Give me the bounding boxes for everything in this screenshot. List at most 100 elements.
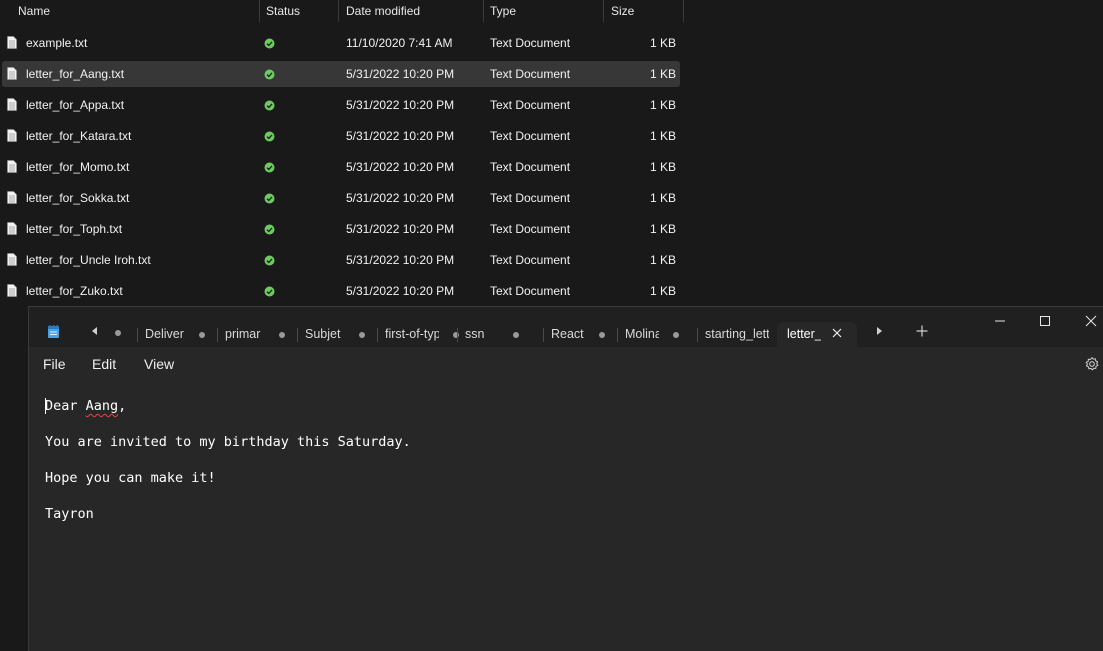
file-name[interactable]: letter_for_Toph.txt (26, 216, 122, 242)
new-tab-plus-icon[interactable] (915, 324, 929, 338)
file-type: Text Document (490, 129, 571, 143)
column-size-header[interactable]: Size (611, 0, 634, 22)
text-file-icon (7, 253, 17, 266)
close-tab-icon[interactable] (830, 326, 844, 340)
file-date-modified: 5/31/2022 10:20 PM (346, 284, 455, 298)
file-type: Text Document (490, 191, 571, 205)
file-type: Text Document (490, 253, 571, 267)
file-date-modified: 5/31/2022 10:20 PM (346, 67, 455, 81)
unsaved-dot-icon (513, 332, 519, 338)
file-row[interactable]: letter_for_Uncle Iroh.txt 5/31/2022 10:20… (2, 247, 680, 273)
file-name[interactable]: letter_for_Zuko.txt (26, 278, 123, 304)
unsaved-dot-icon (115, 330, 121, 336)
tab[interactable]: Subjet (305, 322, 385, 347)
close-window-icon[interactable] (1083, 313, 1099, 329)
menu-view[interactable]: View (144, 347, 174, 381)
tab-separator (377, 328, 378, 342)
file-type: Text Document (490, 36, 571, 50)
misspelled-word[interactable]: Aang (86, 398, 119, 414)
file-name[interactable]: letter_for_Katara.txt (26, 123, 131, 149)
tab[interactable]: ssn (465, 322, 539, 347)
tab-label: Molina (625, 327, 659, 341)
file-size: 1 KB (649, 284, 676, 298)
column-name-header[interactable]: Name (18, 0, 50, 22)
column-divider[interactable] (603, 0, 604, 22)
text-file-icon (7, 284, 17, 297)
tab-label: Subjet (305, 327, 341, 341)
file-name[interactable]: example.txt (26, 30, 87, 56)
tab[interactable]: primar (225, 322, 305, 347)
synced-check-icon (264, 69, 275, 80)
file-size: 1 KB (649, 36, 676, 50)
file-row[interactable]: letter_for_Zuko.txt 5/31/2022 10:20 PM Tex… (2, 278, 680, 304)
title-bar[interactable]: Deliver primar Subjet first-of-type ssn React… (29, 307, 1103, 347)
file-row[interactable]: letter_for_Toph.txt 5/31/2022 10:20 PM Tex… (2, 216, 680, 242)
file-type: Text Document (490, 98, 571, 112)
column-date-header[interactable]: Date modified (346, 0, 420, 22)
text-file-icon (7, 36, 17, 49)
file-type: Text Document (490, 222, 571, 236)
synced-check-icon (264, 131, 275, 142)
column-divider[interactable] (338, 0, 339, 22)
tab-separator (617, 328, 618, 342)
editor-line-4: Tayron (45, 506, 94, 522)
column-divider[interactable] (259, 0, 260, 22)
file-date-modified: 5/31/2022 10:20 PM (346, 160, 455, 174)
tab-separator (457, 328, 458, 342)
file-type: Text Document (490, 284, 571, 298)
file-row[interactable]: letter_for_Katara.txt 5/31/2022 10:20 PM T… (2, 123, 680, 149)
file-date-modified: 5/31/2022 10:20 PM (346, 253, 455, 267)
text-file-icon (7, 160, 17, 173)
text-file-icon (7, 98, 17, 111)
settings-gear-icon[interactable] (1084, 356, 1100, 372)
file-row[interactable]: letter_for_Momo.txt 5/31/2022 10:20 PM Tex… (2, 154, 680, 180)
file-row[interactable]: letter_for_Sokka.txt 5/31/2022 10:20 PM Te… (2, 185, 680, 211)
column-status-header[interactable]: Status (266, 0, 300, 22)
file-size: 1 KB (649, 222, 676, 236)
maximize-icon[interactable] (1037, 313, 1053, 329)
tab-label: ssn (465, 327, 485, 341)
minimize-icon[interactable] (992, 313, 1008, 329)
file-row[interactable]: example.txt 11/10/2020 7:41 AM Text Docume… (2, 30, 680, 56)
column-type-header[interactable]: Type (490, 0, 516, 22)
file-size: 1 KB (649, 160, 676, 174)
column-divider[interactable] (483, 0, 484, 22)
tab-separator (297, 328, 298, 342)
greeting-word: Dear (45, 398, 78, 414)
file-row[interactable]: letter_for_Appa.txt 5/31/2022 10:20 PM Tex… (2, 92, 680, 118)
file-name[interactable]: letter_for_Sokka.txt (26, 185, 129, 211)
file-date-modified: 5/31/2022 10:20 PM (346, 191, 455, 205)
tab-active[interactable]: letter_ (777, 322, 857, 347)
file-date-modified: 5/31/2022 10:20 PM (346, 98, 455, 112)
file-size: 1 KB (649, 253, 676, 267)
unsaved-dot-icon (279, 332, 285, 338)
tab-label: Deliver (145, 327, 184, 341)
editor-line-1: Dear Aang, (45, 398, 126, 414)
tab-separator (217, 328, 218, 342)
unsaved-dot-icon (359, 332, 365, 338)
menu-file[interactable]: File (43, 347, 66, 381)
tab[interactable]: Molina (625, 322, 699, 347)
menu-edit[interactable]: Edit (92, 347, 116, 381)
sort-indicator-icon: ^ (129, 0, 134, 5)
synced-check-icon (264, 224, 275, 235)
synced-check-icon (264, 162, 275, 173)
file-name[interactable]: letter_for_Aang.txt (26, 61, 124, 87)
tab[interactable]: React (551, 322, 625, 347)
file-name[interactable]: letter_for_Appa.txt (26, 92, 124, 118)
greeting-punctuation: , (118, 398, 127, 414)
unsaved-dot-icon (673, 332, 679, 338)
text-file-icon (7, 67, 17, 80)
text-editor[interactable]: Dear Aang, You are invited to my birthda… (29, 381, 1103, 651)
column-divider[interactable] (683, 0, 684, 22)
scroll-tabs-left-icon[interactable] (88, 324, 102, 338)
file-row[interactable]: letter_for_Aang.txt 5/31/2022 10:20 PM Tex… (2, 61, 680, 87)
file-size: 1 KB (649, 129, 676, 143)
file-name[interactable]: letter_for_Uncle Iroh.txt (26, 247, 151, 273)
unsaved-dot-icon (199, 332, 205, 338)
tab-separator (697, 328, 698, 342)
file-name[interactable]: letter_for_Momo.txt (26, 154, 129, 180)
tab[interactable]: Deliver (145, 322, 225, 347)
scroll-tabs-right-icon[interactable] (872, 324, 886, 338)
tab-label: starting_lette (705, 327, 769, 341)
